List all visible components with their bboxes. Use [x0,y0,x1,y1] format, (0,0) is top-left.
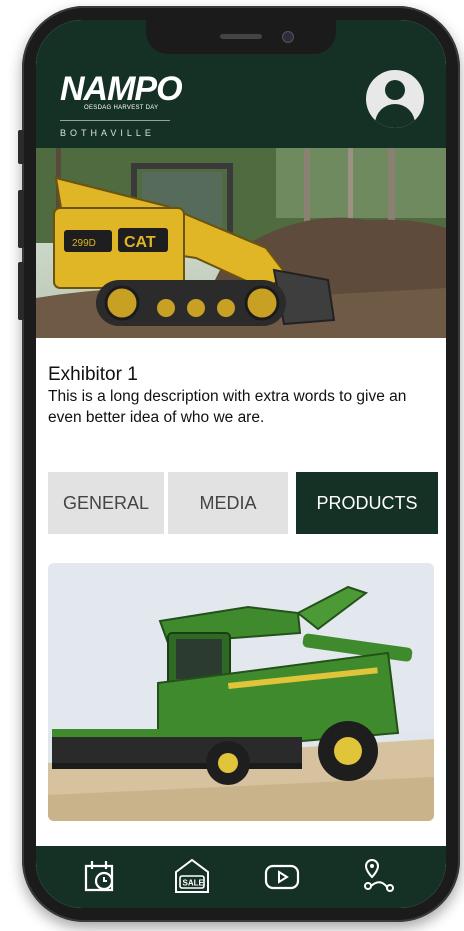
product-image[interactable] [48,563,434,821]
exhibitor-info: Exhibitor 1 This is a long description w… [48,364,438,428]
video-play-icon[interactable] [262,856,302,896]
sale-tag-icon[interactable]: SALE [172,856,212,896]
track-loader-illustration: 299D CAT [36,148,446,338]
logo-location: BOTHAVILLE [60,128,155,138]
sale-label: SALE [183,879,205,888]
logo-divider [60,120,170,121]
volume-down-button [18,262,24,320]
schedule-calendar-icon[interactable] [80,856,120,896]
mute-switch [18,130,24,164]
exhibitor-tabs: GENERAL MEDIA PRODUCTS [48,472,438,534]
exhibitor-hero-image: 299D CAT [36,148,446,338]
exhibitor-description: This is a long description with extra wo… [48,388,407,426]
nampo-logo[interactable]: NAMPO OESDAG HARVEST DAY BOTHAVILLE [60,70,183,138]
volume-up-button [18,190,24,248]
combine-harvester-illustration [48,563,434,821]
logo-text: NAMPO [60,70,183,108]
brand-decal: CAT [124,234,156,251]
logo-subtitle: OESDAG HARVEST DAY [84,105,159,111]
app-screen: NAMPO OESDAG HARVEST DAY BOTHAVILLE 299D… [36,20,446,908]
phone-notch [146,20,336,54]
bottom-navigation: SALE [36,846,446,908]
tab-general[interactable]: GENERAL [48,472,164,534]
front-camera [282,31,294,43]
exhibitor-name: Exhibitor 1 [48,364,138,385]
profile-avatar-icon[interactable] [366,70,424,128]
speaker-grille [220,34,262,39]
tab-products[interactable]: PRODUCTS [296,472,438,534]
route-map-icon[interactable] [358,856,398,896]
tab-media[interactable]: MEDIA [168,472,288,534]
model-decal: 299D [72,238,96,249]
